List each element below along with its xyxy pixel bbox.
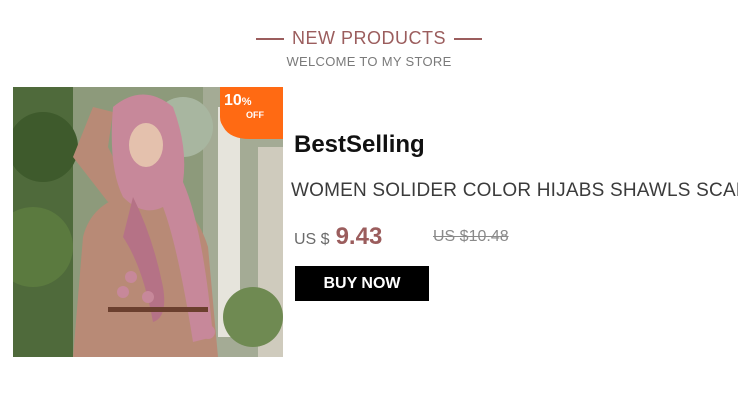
current-price: 9.43: [335, 223, 383, 250]
discount-percent-sign: %: [241, 96, 252, 108]
original-price: US $10.48: [433, 228, 509, 245]
buy-now-button[interactable]: BUY NOW: [295, 266, 429, 301]
price-currency: US $: [294, 231, 330, 248]
product-title[interactable]: WOMEN SOLIDER COLOR HIJABS SHAWLS SCARF: [291, 180, 738, 202]
title-rule-left: [256, 37, 284, 40]
discount-badge-text: 10%: [224, 92, 268, 111]
discount-off-label: OFF: [246, 110, 264, 120]
price-row: US $ 9.43: [294, 223, 382, 251]
section-header: NEW PRODUCTS WELCOME TO MY STORE: [0, 0, 738, 80]
section-title: NEW PRODUCTS: [292, 28, 446, 48]
title-rule-right: [454, 37, 482, 40]
bestselling-label: BestSelling: [294, 131, 425, 158]
header-title-row: NEW PRODUCTS: [0, 28, 738, 49]
section-subtitle: WELCOME TO MY STORE: [286, 54, 452, 69]
discount-value: 10: [224, 92, 242, 109]
